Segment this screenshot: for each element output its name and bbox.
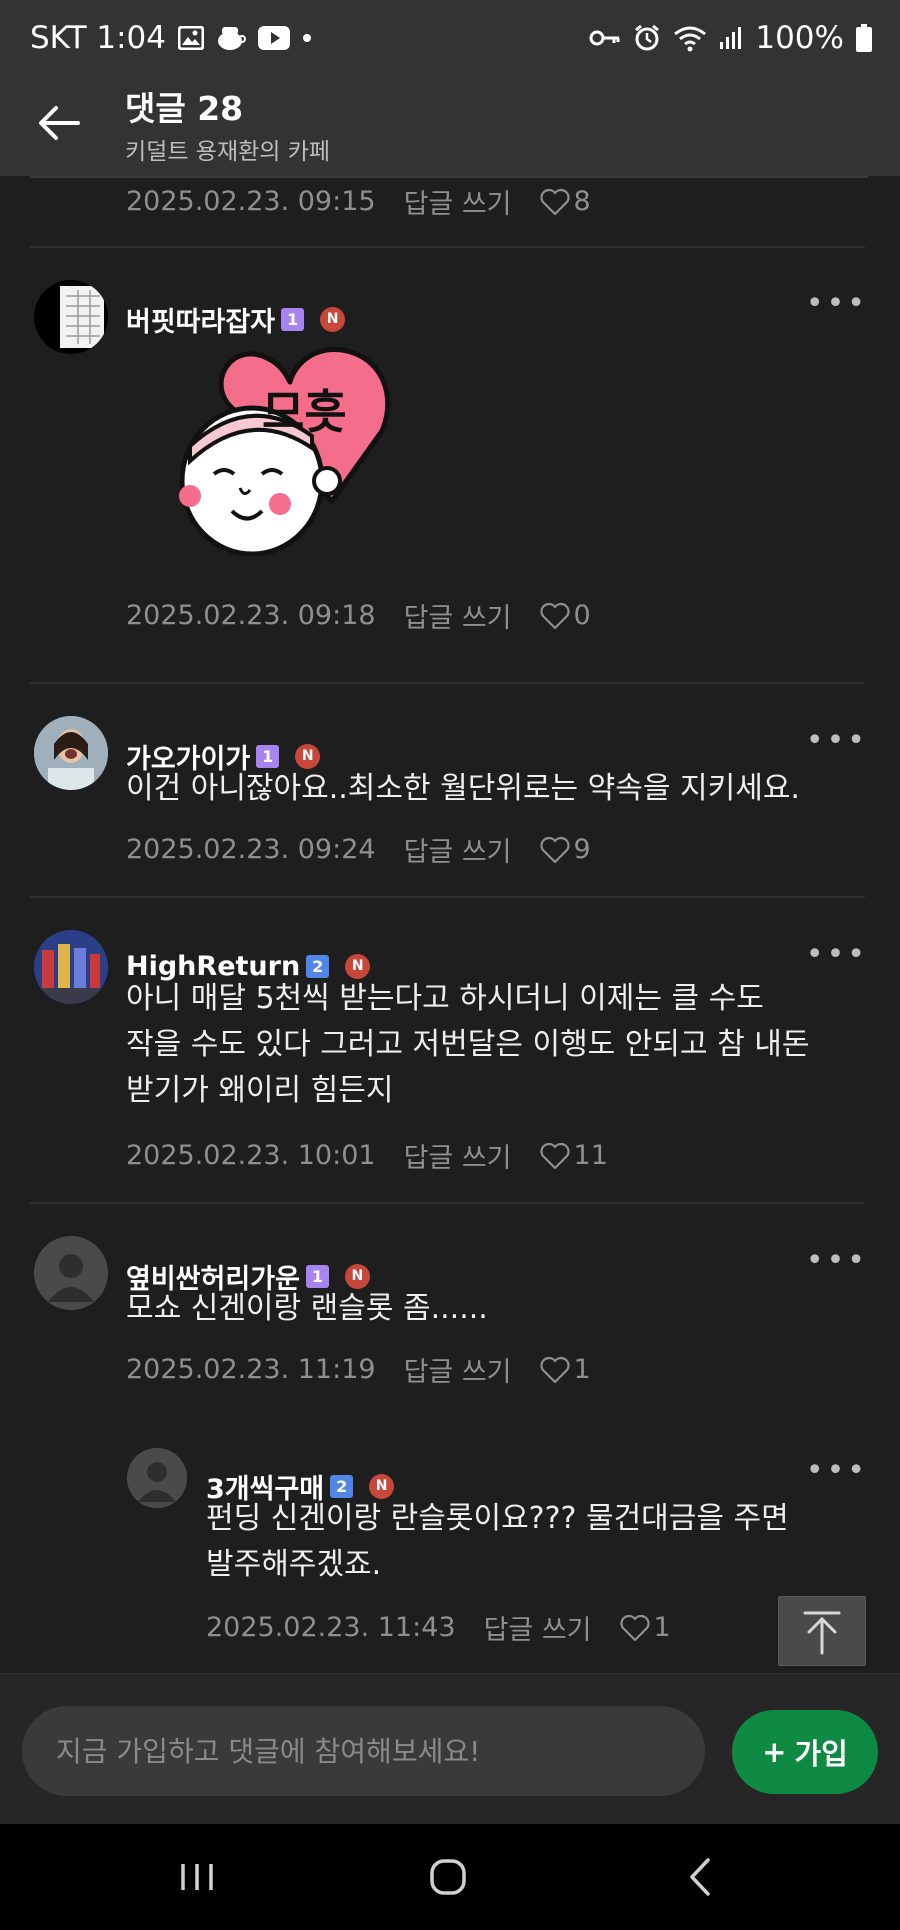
plus-icon: + [762, 1735, 787, 1769]
sticker-text: 므흣 [262, 385, 347, 439]
cafe-name[interactable]: 키덜트 용재환의 카페 [125, 132, 330, 166]
join-label: 가입 [794, 1737, 848, 1771]
divider [30, 1202, 865, 1204]
comment-list[interactable]: 2025.02.23. 09:15 답글 쓰기 8 버핏따라잡자 1 N •••… [0, 176, 900, 1676]
like-count: 11 [573, 1140, 608, 1171]
comment-meta: 2025.02.23. 11:43 답글 쓰기 1 [206, 1608, 671, 1647]
comment-meta: 2025.02.23. 09:18 답글 쓰기 0 [126, 596, 591, 635]
divider [30, 682, 865, 684]
divider [30, 176, 868, 178]
more-options-button[interactable]: ••• [806, 937, 868, 972]
carrier-time: SKT 1:04 [30, 20, 167, 56]
avatar[interactable] [34, 280, 108, 354]
app-header: 댓글 28 키덜트 용재환의 카페 [0, 76, 900, 176]
reply-button[interactable]: 답글 쓰기 [404, 596, 512, 635]
comment-meta: 2025.02.23. 09:15 답글 쓰기 8 [126, 182, 591, 221]
youtube-icon [258, 26, 291, 50]
more-options-button[interactable]: ••• [806, 1243, 868, 1278]
sticker-image: 므흣 [162, 336, 402, 576]
alarm-icon [635, 24, 660, 51]
heart-icon[interactable] [539, 836, 570, 864]
comment-input[interactable] [22, 1706, 705, 1796]
comment-date: 2025.02.23. 09:18 [126, 600, 376, 631]
arrow-up-icon [803, 1611, 841, 1655]
default-avatar-icon [127, 1448, 187, 1508]
scroll-to-top-button[interactable] [778, 1596, 866, 1666]
avatar[interactable] [34, 930, 108, 1004]
comment-text: 이건 아니잖아요..최소한 월단위로는 약속을 지키세요. [126, 771, 800, 806]
comment-meta: 2025.02.23. 10:01 답글 쓰기 11 [126, 1136, 608, 1175]
avatar-image [34, 930, 108, 1004]
avatar-image [60, 286, 104, 348]
level-badge: 1 [305, 1265, 329, 1288]
divider [30, 246, 865, 248]
home-icon[interactable] [418, 1852, 478, 1902]
reply-button[interactable]: 답글 쓰기 [404, 1136, 512, 1175]
comment-line: 발주해주겠죠. [206, 1547, 382, 1582]
key-icon [589, 30, 620, 46]
more-options-button[interactable]: ••• [806, 723, 868, 758]
reply-button[interactable]: 답글 쓰기 [484, 1608, 592, 1647]
comment-input-bar: + 가입 [0, 1676, 900, 1824]
comment-text: 아니 매달 5천씩 받는다고 하시더니 이제는 클 수도 작을 수도 있다 그러… [126, 976, 810, 1114]
cup-icon [218, 27, 247, 50]
author-name[interactable]: 버핏따라잡자 [126, 300, 275, 339]
gallery-icon [178, 26, 205, 50]
comment-text: 모쇼 신겐이랑 랜슬롯 좀...... [126, 1291, 488, 1326]
avatar[interactable] [127, 1448, 187, 1508]
author-row: 버핏따라잡자 1 N [126, 300, 346, 339]
battery-percent: 100% [755, 20, 844, 56]
comment-meta: 2025.02.23. 11:19 답글 쓰기 1 [126, 1350, 591, 1389]
comment-line: 펀딩 신겐이랑 란슬롯이요??? 물건대금을 주면 [206, 1501, 789, 1536]
battery-icon [856, 24, 872, 52]
comment-date: 2025.02.23. 09:15 [126, 186, 376, 217]
comment-date: 2025.02.23. 11:19 [126, 1354, 376, 1385]
like-count: 1 [573, 1354, 591, 1385]
like-count: 9 [573, 834, 591, 865]
back-nav-icon[interactable] [672, 1852, 732, 1902]
page-title: 댓글 28 [125, 89, 244, 128]
comment-date: 2025.02.23. 11:43 [206, 1612, 456, 1643]
more-options-button[interactable]: ••• [806, 1453, 868, 1488]
level-badge: 1 [281, 308, 305, 331]
heart-icon[interactable] [539, 602, 570, 630]
comment-date: 2025.02.23. 09:24 [126, 834, 376, 865]
comment-date: 2025.02.23. 10:01 [126, 1140, 376, 1171]
divider [0, 1673, 900, 1675]
heart-icon[interactable] [539, 1356, 570, 1384]
heart-icon[interactable] [539, 188, 570, 216]
like-count: 1 [653, 1612, 671, 1643]
reply-button[interactable]: 답글 쓰기 [404, 830, 512, 869]
more-options-button[interactable]: ••• [806, 286, 868, 321]
level-badge: 1 [256, 745, 280, 768]
comment-line: 받기가 왜이리 힘든지 [126, 1073, 394, 1108]
back-arrow-icon[interactable] [34, 98, 84, 148]
level-badge: 2 [306, 955, 330, 978]
system-nav-bar [0, 1824, 900, 1930]
heart-icon[interactable] [539, 1142, 570, 1170]
comment-meta: 2025.02.23. 09:24 답글 쓰기 9 [126, 830, 591, 869]
comment-line: 아니 매달 5천씩 받는다고 하시더니 이제는 클 수도 [126, 981, 764, 1016]
reply-button[interactable]: 답글 쓰기 [404, 182, 512, 221]
avatar-image [34, 716, 108, 790]
heart-icon[interactable] [619, 1614, 650, 1642]
like-count: 0 [573, 600, 591, 631]
default-avatar-icon [34, 1236, 108, 1310]
like-count: 8 [573, 186, 591, 217]
dot-icon [303, 34, 312, 42]
comment-input-container[interactable] [22, 1706, 705, 1796]
signal-icon [720, 27, 742, 49]
avatar[interactable] [34, 716, 108, 790]
comment-text: 펀딩 신겐이랑 란슬롯이요??? 물건대금을 주면 발주해주겠죠. [206, 1496, 789, 1588]
recent-apps-icon[interactable] [167, 1852, 227, 1902]
comment-line: 작을 수도 있다 그러고 저번달은 이행도 안되고 참 내돈 [126, 1027, 810, 1062]
avatar[interactable] [34, 1236, 108, 1310]
join-button[interactable]: + 가입 [732, 1710, 878, 1794]
level-badge: 2 [330, 1475, 354, 1498]
reply-button[interactable]: 답글 쓰기 [404, 1350, 512, 1389]
status-bar: SKT 1:04 100% [0, 0, 900, 76]
wifi-icon [674, 26, 707, 52]
new-badge: N [320, 307, 346, 332]
divider [30, 896, 865, 898]
